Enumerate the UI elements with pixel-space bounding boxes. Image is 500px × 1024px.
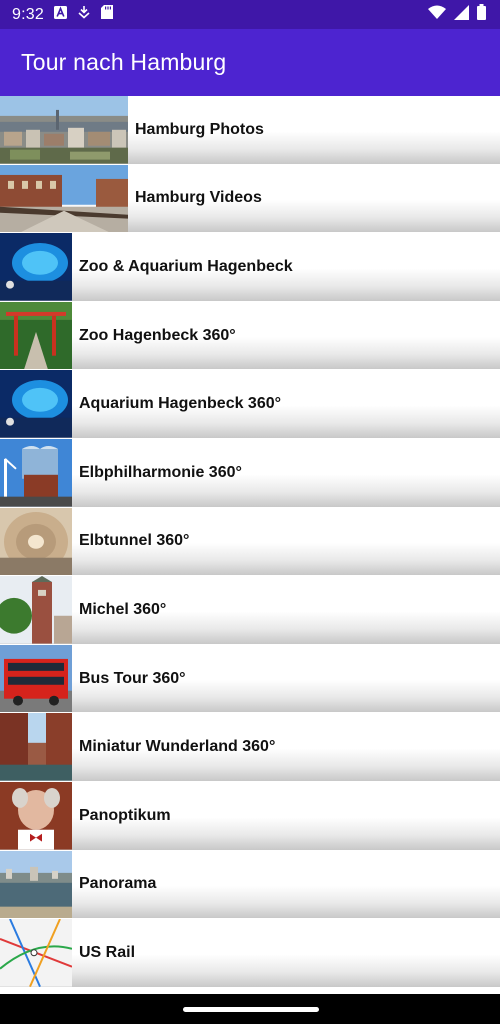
michel-church-photo	[0, 576, 72, 644]
list-item-miniatur-wunderland-360[interactable]: Miniatur Wunderland 360°	[0, 713, 500, 782]
zoo-gate-photo	[0, 301, 72, 370]
tour-list: Hamburg Photos Hamburg Videos Zoo & Aqua…	[0, 96, 500, 988]
list-item-label: Bus Tour 360°	[79, 669, 186, 687]
rail-map-photo	[0, 919, 72, 987]
wax-figure-photo	[0, 781, 72, 850]
wifi-icon	[428, 5, 446, 24]
hamburg-skyline-photo	[0, 96, 128, 164]
app-title: Tour nach Hamburg	[21, 49, 227, 75]
list-item-zoo-aquarium[interactable]: Zoo & Aquarium Hagenbeck	[0, 233, 500, 302]
list-item-label: Elbtunnel 360°	[79, 532, 190, 550]
system-nav-bar	[0, 994, 500, 1024]
list-item-zoo-hagenbeck-360[interactable]: Zoo Hagenbeck 360°	[0, 301, 500, 371]
red-bus-photo	[0, 644, 72, 713]
list-item-label: Hamburg Videos	[135, 189, 262, 207]
list-item-label: Panorama	[79, 875, 157, 893]
list-item-panorama[interactable]: Panorama	[0, 850, 500, 920]
bridge-warehouse-photo	[0, 164, 128, 233]
status-right	[428, 4, 486, 25]
battery-icon	[477, 4, 486, 25]
download-icon	[77, 5, 91, 24]
a-box-icon	[53, 5, 67, 24]
elbtunnel-photo	[0, 507, 72, 576]
list-item-label: Aquarium Hagenbeck 360°	[79, 395, 282, 413]
list-item-label: Elbphilharmonie 360°	[79, 463, 242, 481]
list-item-hamburg-videos[interactable]: Hamburg Videos	[0, 164, 500, 234]
list-item-elbphilharmonie-360[interactable]: Elbphilharmonie 360°	[0, 438, 500, 508]
signal-icon	[454, 4, 469, 25]
aquarium-photo	[0, 233, 72, 301]
list-item-label: Zoo & Aquarium Hagenbeck	[79, 257, 293, 275]
status-time: 9:32	[12, 5, 44, 23]
list-item-label: Hamburg Photos	[135, 120, 264, 138]
list-item-hamburg-photos[interactable]: Hamburg Photos	[0, 96, 500, 165]
list-item-label: Michel 360°	[79, 600, 167, 618]
aquarium-360-photo	[0, 370, 72, 438]
list-item-aquarium-hagenbeck-360[interactable]: Aquarium Hagenbeck 360°	[0, 370, 500, 439]
list-item-label: US Rail	[79, 943, 136, 961]
list-item-label: Miniatur Wunderland 360°	[79, 738, 276, 756]
list-item-bus-tour-360[interactable]: Bus Tour 360°	[0, 644, 500, 714]
elbphilharmonie-photo	[0, 438, 72, 507]
list-item-label: Zoo Hagenbeck 360°	[79, 326, 236, 344]
sd-card-icon	[100, 5, 113, 24]
status-bar: 9:32	[0, 0, 500, 29]
list-item-panoptikum[interactable]: Panoptikum	[0, 781, 500, 851]
list-item-label: Panoptikum	[79, 806, 171, 824]
list-item-elbtunnel-360[interactable]: Elbtunnel 360°	[0, 507, 500, 577]
speicherstadt-canal-photo	[0, 713, 72, 781]
harbor-panorama-photo	[0, 850, 72, 919]
status-left: 9:32	[12, 5, 113, 24]
list-item-michel-360[interactable]: Michel 360°	[0, 576, 500, 645]
app-bar: Tour nach Hamburg	[0, 29, 500, 96]
home-handle[interactable]	[183, 1007, 319, 1012]
list-item-us-rail[interactable]: US Rail	[0, 919, 500, 988]
